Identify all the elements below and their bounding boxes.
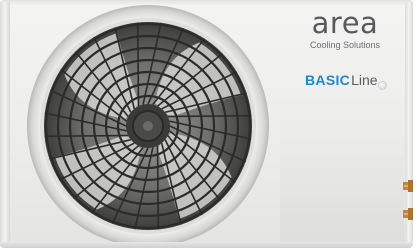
series-label: BASICLine xyxy=(305,72,378,88)
brand-name: area xyxy=(311,6,379,40)
outdoor-ac-unit-photo: area Cooling Solutions BASICLine xyxy=(0,0,417,252)
service-valve-icon xyxy=(403,208,413,220)
brand-tagline: Cooling Solutions xyxy=(309,40,381,50)
bottom-edge xyxy=(0,242,413,248)
grille-spoke xyxy=(156,145,160,230)
left-side-ridge xyxy=(0,2,10,246)
series-sub-text: Line xyxy=(351,72,378,88)
ac-unit-casing: area Cooling Solutions BASICLine xyxy=(0,0,413,248)
brand-logo: area Cooling Solutions xyxy=(300,6,390,51)
grille-spoke xyxy=(44,134,129,138)
front-panel-shade xyxy=(280,110,404,242)
service-valve-icon xyxy=(403,180,413,192)
fan-grille-icon xyxy=(27,5,269,247)
grille-spoke xyxy=(167,114,252,118)
grille-spoke xyxy=(136,22,140,107)
indicator-light-icon xyxy=(379,82,386,89)
series-main-text: BASIC xyxy=(305,72,351,88)
